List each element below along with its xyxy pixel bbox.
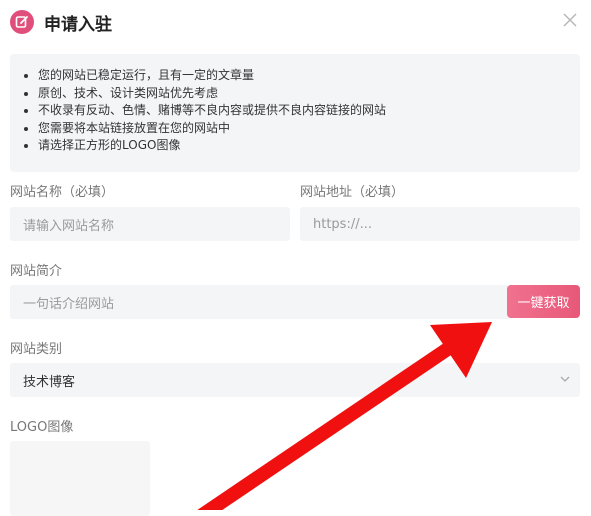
logo-upload-area[interactable] bbox=[10, 441, 150, 516]
notice-item: 您需要将本站链接放置在您的网站中 bbox=[38, 120, 570, 138]
notice-item: 请选择正方形的LOGO图像 bbox=[38, 137, 570, 155]
site-desc-label: 网站简介 bbox=[10, 264, 63, 279]
site-name-placeholder: 请输入网站名称 bbox=[23, 218, 115, 234]
site-name-input[interactable]: 请输入网站名称 bbox=[10, 207, 290, 241]
site-desc-input[interactable]: 一句话介绍网站 bbox=[10, 285, 510, 319]
site-name-label: 网站名称（必填） bbox=[10, 185, 115, 200]
auto-fetch-button[interactable]: 一键获取 bbox=[507, 285, 580, 318]
dialog-title: 申请入驻 bbox=[44, 14, 112, 35]
notice-item: 不收录有反动、色情、赌博等不良内容或提供不良内容链接的网站 bbox=[38, 102, 570, 120]
site-url-label: 网站地址（必填） bbox=[300, 185, 405, 200]
category-value: 技术博客 bbox=[23, 374, 76, 390]
category-select[interactable]: 技术博客 bbox=[10, 363, 580, 397]
site-desc-placeholder: 一句话介绍网站 bbox=[23, 296, 115, 312]
close-icon[interactable] bbox=[560, 10, 580, 30]
dialog-header: 申请入驻 bbox=[10, 8, 112, 36]
site-url-placeholder: https://... bbox=[313, 216, 372, 232]
edit-icon bbox=[10, 10, 34, 34]
chevron-down-icon bbox=[560, 376, 570, 382]
category-label: 网站类别 bbox=[10, 342, 63, 357]
site-url-input[interactable]: https://... bbox=[300, 207, 580, 241]
logo-label: LOGO图像 bbox=[10, 420, 74, 435]
notice-item: 您的网站已稳定运行，且有一定的文章量 bbox=[38, 67, 570, 85]
notice-box: 您的网站已稳定运行，且有一定的文章量 原创、技术、设计类网站优先考虑 不收录有反… bbox=[10, 54, 580, 172]
notice-item: 原创、技术、设计类网站优先考虑 bbox=[38, 85, 570, 103]
